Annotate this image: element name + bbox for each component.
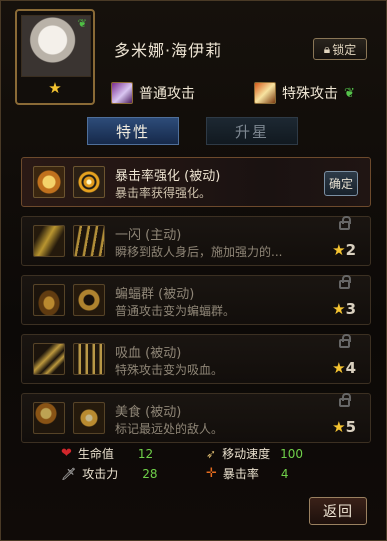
- skill-row[interactable]: 吸血 (被动) 特殊攻击变为吸血。 ★4: [21, 334, 371, 384]
- skill-desc: 普通攻击变为蝙蝠群。: [115, 304, 236, 318]
- skill-name: 美食 (被动): [115, 405, 182, 420]
- skill-row[interactable]: 美食 (被动) 标记最远处的敌人。 ★5: [21, 393, 371, 443]
- hero-star-rating: ★: [48, 79, 62, 97]
- stat-value: 4: [280, 466, 289, 481]
- star-requirement-value: 2: [345, 241, 356, 259]
- hero-name: 多米娜·海伊莉: [114, 41, 223, 60]
- skill-desc: 特殊攻击变为吸血。: [115, 363, 224, 377]
- star-requirement-value: 5: [345, 418, 356, 436]
- slash-icon: [33, 343, 65, 375]
- lock-icon: [339, 334, 351, 348]
- stat-label: 生命值: [77, 447, 114, 461]
- tab-traits[interactable]: 特性: [87, 117, 179, 145]
- triple-slash-icon: [254, 82, 276, 104]
- tab-star-upgrade[interactable]: 升星: [206, 117, 298, 145]
- wing-boot-icon: ➶: [206, 446, 217, 461]
- stat-value: 100: [280, 446, 303, 461]
- hero-portrait[interactable]: ❦ ★: [15, 9, 95, 105]
- star-requirement-value: 4: [345, 359, 356, 377]
- skull-icon: [73, 284, 105, 316]
- leaf-icon: ❦: [77, 17, 87, 30]
- normal-attack[interactable]: 普通攻击: [111, 82, 195, 104]
- stat-label: 攻击力: [82, 467, 119, 481]
- skill-desc: 标记最远处的敌人。: [115, 422, 224, 436]
- sword-critical-icon: [33, 166, 65, 198]
- special-attack[interactable]: 特殊攻击 ❦: [254, 82, 355, 104]
- target-icon: [73, 166, 105, 198]
- crosshair-icon: ✛: [206, 466, 217, 481]
- lock-button[interactable]: 🔒︎ 锁定: [313, 38, 367, 60]
- heart-icon: ❤: [61, 446, 72, 461]
- star-requirement: ★3: [332, 300, 356, 318]
- lock-icon: [339, 393, 351, 407]
- stat-crit-rate: ✛ 暴击率 4: [206, 465, 289, 482]
- skill-row[interactable]: 蝙蝠群 (被动) 普通攻击变为蝙蝠群。 ★3: [21, 275, 371, 325]
- stat-hp: ❤ 生命值 12: [61, 445, 153, 462]
- lock-button-label: 锁定: [332, 42, 357, 57]
- star-icon: ★: [332, 418, 346, 436]
- skill-row[interactable]: 一闪 (主动) 瞬移到敌人身后，施加强力的... ★2: [21, 216, 371, 266]
- leaf-icon: ❦: [344, 85, 355, 101]
- lock-icon: [339, 275, 351, 289]
- skill-row[interactable]: 暴击率强化 (被动) 暴击率获得强化。 确定: [21, 157, 371, 207]
- star-icon: ★: [332, 359, 346, 377]
- star-requirement: ★5: [332, 418, 356, 436]
- normal-attack-label: 普通攻击: [139, 86, 195, 102]
- burst-icon: [73, 402, 105, 434]
- dancer-icon: [33, 402, 65, 434]
- stat-label: 暴击率: [222, 467, 259, 481]
- flash-step-icon: [33, 225, 65, 257]
- star-icon: ★: [332, 241, 346, 259]
- padlock-icon: 🔒︎: [323, 41, 331, 56]
- star-requirement: ★2: [332, 241, 356, 259]
- star-requirement-value: 3: [345, 300, 356, 318]
- skill-list: 暴击率强化 (被动) 暴击率获得强化。 确定 一闪 (主动) 瞬移到敌人身后，施…: [21, 157, 371, 452]
- skill-desc: 瞬移到敌人身后，施加强力的...: [115, 245, 283, 259]
- back-button[interactable]: 返回: [309, 497, 367, 525]
- star-requirement: ★4: [332, 359, 356, 377]
- stat-attack: 🗡︎ 攻击力 28: [61, 465, 158, 482]
- star-icon: ★: [332, 300, 346, 318]
- skill-name: 一闪 (主动): [115, 228, 182, 243]
- claw-strike-icon: [73, 225, 105, 257]
- skill-name: 蝙蝠群 (被动): [115, 287, 195, 302]
- stat-value: 12: [137, 446, 154, 461]
- hero-detail-panel: ❦ ★ 多米娜·海伊莉 🔒︎ 锁定 普通攻击 特殊攻击 ❦ 特性 升星 暴击率强…: [0, 0, 387, 541]
- skill-name: 吸血 (被动): [115, 346, 182, 361]
- special-attack-label: 特殊攻击: [282, 86, 338, 102]
- stat-label: 移动速度: [222, 447, 271, 461]
- stat-value: 28: [142, 466, 158, 481]
- confirm-button[interactable]: 确定: [324, 171, 358, 196]
- lock-icon: [339, 216, 351, 230]
- stat-move-speed: ➶ 移动速度 100: [206, 445, 303, 462]
- claw-slash-icon: [111, 82, 133, 104]
- skill-desc: 暴击率获得强化。: [115, 186, 212, 200]
- skill-name: 暴击率强化 (被动): [115, 169, 221, 184]
- bat-swarm-icon: [33, 284, 65, 316]
- sword-icon: 🗡︎: [61, 466, 77, 481]
- fangs-icon: [73, 343, 105, 375]
